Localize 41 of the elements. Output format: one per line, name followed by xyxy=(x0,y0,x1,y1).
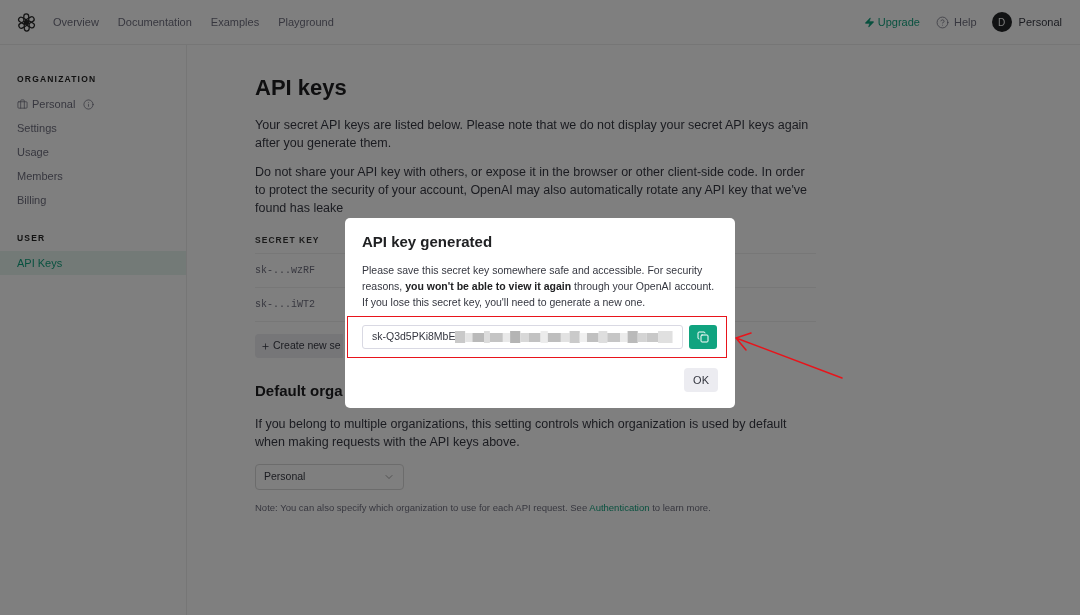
upgrade-button[interactable]: Upgrade xyxy=(863,13,920,31)
intro-text: Your secret API keys are listed below. Please note that we do not display your secret API keys again after you generate them. xyxy=(255,117,810,152)
info-icon[interactable] xyxy=(83,98,95,110)
note-text: Note: You can also specify which organization to use for each API request. See Authentication to learn more. xyxy=(255,501,712,514)
sidebar-item[interactable]: Billing xyxy=(0,188,186,212)
organization-select[interactable]: Personal xyxy=(255,464,404,490)
create-key-button[interactable]: Create new se xyxy=(255,334,343,358)
sidebar-item[interactable]: Personal xyxy=(32,95,76,113)
nav-link[interactable]: Examples xyxy=(210,13,260,31)
account-name[interactable]: Personal xyxy=(1018,13,1062,31)
plus-icon xyxy=(261,341,270,351)
table-cell-text: sk-...iWT2 xyxy=(255,298,315,312)
briefcase-icon xyxy=(17,98,28,110)
sidebar-item[interactable]: Members xyxy=(0,164,186,188)
knot-logo-icon[interactable] xyxy=(17,12,36,32)
copy-icon xyxy=(697,331,709,343)
table-cell-text: sk-...wzRF xyxy=(255,264,315,278)
dialog-title: API key generated xyxy=(362,232,494,252)
arrow-icon xyxy=(734,330,844,380)
sidebar-heading: USER xyxy=(16,232,47,244)
nav-link[interactable]: Documentation xyxy=(117,13,192,31)
warning-text: Do not share your API key with others, or expose it in the browser or other client-side code. In order to protect the security of your account, OpenAI may also automatically rotate any API key that we've found has leake xyxy=(255,164,808,217)
ok-button[interactable]: OK xyxy=(684,368,718,392)
avatar[interactable]: D xyxy=(991,12,1012,32)
api-key-field[interactable]: sk-Q3d5PKi8MbE xyxy=(362,325,683,349)
copy-button[interactable] xyxy=(689,325,717,349)
lightning-bolt-icon xyxy=(863,16,875,28)
sidebar-item[interactable]: API Keys xyxy=(0,251,186,275)
sidebar-heading: ORGANIZATION xyxy=(16,73,98,85)
help-icon xyxy=(935,15,949,29)
sidebar-item[interactable]: Usage xyxy=(0,140,186,164)
section-heading: Default orga xyxy=(255,381,343,401)
nav-link[interactable]: Playground xyxy=(278,13,334,31)
nav-link[interactable]: Overview xyxy=(53,13,99,31)
default-org-description: If you belong to multiple organizations, this setting controls which organization is used by default when making requests with the API keys above. xyxy=(255,416,788,451)
sidebar-item[interactable]: Settings xyxy=(0,116,186,140)
column-header: SECRET KEY xyxy=(255,234,320,246)
help-button[interactable]: Help xyxy=(935,13,977,31)
page-title: API keys xyxy=(255,74,348,102)
dialog-message: Please save this secret key somewhere safe and accessible. For security reasons, you won't be able to view it again through your OpenAI account. If you lose this secret key, you'll need to generate a new one. xyxy=(362,263,716,310)
authentication-link[interactable]: Authentication xyxy=(589,502,650,513)
